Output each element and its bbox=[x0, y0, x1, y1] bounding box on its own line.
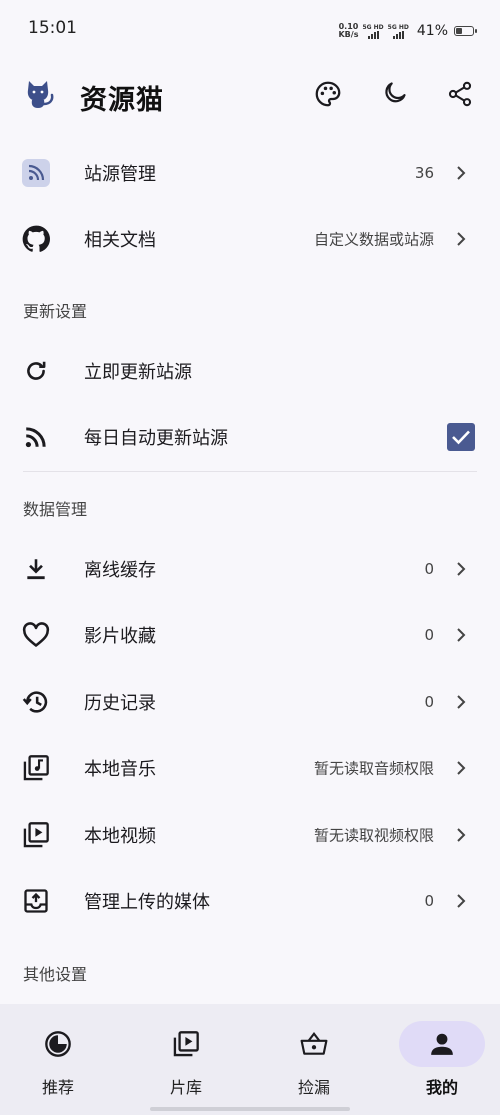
person-icon bbox=[428, 1030, 456, 1058]
uploaded-media-row[interactable]: 管理上传的媒体 0 bbox=[0, 868, 500, 934]
github-icon bbox=[22, 225, 50, 253]
uploaded-media-label: 管理上传的媒体 bbox=[84, 892, 210, 913]
nav-label: 我的 bbox=[425, 1078, 458, 1097]
nav-item-bargain[interactable]: 捡漏 bbox=[269, 1018, 359, 1098]
palette-icon bbox=[315, 81, 341, 107]
favorites-label: 影片收藏 bbox=[84, 626, 156, 647]
offline-cache-label: 离线缓存 bbox=[84, 560, 156, 581]
chevron-right-icon bbox=[454, 695, 468, 709]
bottom-navigation: 推荐 片库 捡漏 我的 bbox=[0, 1004, 500, 1115]
share-button[interactable] bbox=[444, 78, 476, 110]
update-section-header: 更新设置 bbox=[23, 302, 88, 321]
dark-mode-icon bbox=[385, 82, 406, 103]
video-library-icon bbox=[172, 1030, 200, 1058]
refresh-icon bbox=[22, 357, 50, 385]
source-manage-row[interactable]: 站源管理 36 bbox=[0, 140, 500, 206]
chevron-right-icon bbox=[454, 232, 468, 246]
chevron-right-icon bbox=[454, 628, 468, 642]
network-speed-unit: KB/s bbox=[338, 30, 359, 39]
source-count: 36 bbox=[414, 164, 434, 182]
video-library-icon bbox=[22, 821, 50, 849]
check-icon bbox=[452, 430, 470, 445]
sim1-signal: 5G HD bbox=[362, 23, 384, 39]
nav-item-mine[interactable]: 我的 bbox=[397, 1018, 487, 1098]
cat-logo-icon bbox=[22, 76, 58, 112]
chevron-right-icon bbox=[454, 828, 468, 842]
section-divider bbox=[23, 471, 477, 472]
favorites-row[interactable]: 影片收藏 0 bbox=[0, 602, 500, 668]
offline-cache-row[interactable]: 离线缓存 0 bbox=[0, 536, 500, 602]
app-title: 资源猫 bbox=[80, 85, 164, 116]
history-icon bbox=[22, 688, 50, 716]
status-time: 15:01 bbox=[28, 18, 77, 38]
history-count: 0 bbox=[424, 693, 434, 711]
status-indicators: 0.10 KB/s 5G HD 5G HD 41% bbox=[338, 20, 477, 42]
data-section-header: 数据管理 bbox=[23, 500, 88, 519]
source-manage-label: 站源管理 bbox=[84, 164, 156, 185]
docs-label: 相关文档 bbox=[84, 230, 156, 251]
history-label: 历史记录 bbox=[84, 693, 156, 714]
local-music-label: 本地音乐 bbox=[84, 759, 156, 780]
chevron-right-icon bbox=[454, 166, 468, 180]
home-indicator[interactable] bbox=[150, 1107, 350, 1111]
local-music-row[interactable]: 本地音乐 暂无读取音频权限 bbox=[0, 735, 500, 801]
docs-value: 自定义数据或站源 bbox=[313, 230, 434, 249]
status-bar: 15:01 0.10 KB/s 5G HD 5G HD 41% bbox=[0, 0, 500, 56]
music-library-icon bbox=[22, 754, 50, 782]
auto-update-row[interactable]: 每日自动更新站源 bbox=[0, 404, 500, 470]
chevron-right-icon bbox=[454, 761, 468, 775]
offline-cache-count: 0 bbox=[424, 560, 434, 578]
other-section-header: 其他设置 bbox=[23, 965, 88, 984]
app-bar: 资源猫 bbox=[0, 64, 500, 128]
nav-item-recommend[interactable]: 推荐 bbox=[13, 1018, 103, 1098]
chevron-right-icon bbox=[454, 562, 468, 576]
rss-icon bbox=[22, 423, 50, 451]
nav-label: 片库 bbox=[169, 1078, 202, 1097]
dark-mode-button[interactable] bbox=[378, 78, 410, 110]
local-video-status: 暂无读取视频权限 bbox=[313, 826, 434, 845]
nav-label: 捡漏 bbox=[297, 1078, 330, 1097]
signal-icon bbox=[392, 30, 404, 39]
local-video-row[interactable]: 本地视频 暂无读取视频权限 bbox=[0, 802, 500, 868]
local-video-label: 本地视频 bbox=[84, 826, 156, 847]
signal-indicators: 5G HD 5G HD bbox=[362, 23, 409, 39]
nav-item-library[interactable]: 片库 bbox=[141, 1018, 231, 1098]
recommend-icon bbox=[44, 1030, 72, 1058]
rss-icon bbox=[22, 159, 50, 187]
auto-update-checkbox[interactable] bbox=[447, 423, 475, 451]
local-music-status: 暂无读取音频权限 bbox=[313, 759, 434, 778]
update-now-row[interactable]: 立即更新站源 bbox=[0, 338, 500, 404]
battery-percent: 41% bbox=[416, 23, 448, 39]
favorites-count: 0 bbox=[424, 626, 434, 644]
sim2-label: 5G HD bbox=[387, 23, 409, 31]
heart-icon bbox=[22, 621, 50, 649]
chevron-right-icon bbox=[454, 894, 468, 908]
sim1-label: 5G HD bbox=[362, 23, 384, 31]
docs-row[interactable]: 相关文档 自定义数据或站源 bbox=[0, 206, 500, 272]
share-icon bbox=[448, 81, 472, 107]
nav-label: 推荐 bbox=[41, 1078, 74, 1097]
palette-button[interactable] bbox=[312, 78, 344, 110]
battery-icon bbox=[454, 26, 477, 36]
sim2-signal: 5G HD bbox=[388, 24, 409, 39]
download-icon bbox=[22, 555, 50, 583]
upload-box-icon bbox=[22, 887, 50, 915]
history-row[interactable]: 历史记录 0 bbox=[0, 669, 500, 735]
auto-update-label: 每日自动更新站源 bbox=[84, 428, 228, 449]
uploaded-media-count: 0 bbox=[424, 892, 434, 910]
network-speed: 0.10 KB/s bbox=[338, 23, 358, 39]
signal-icon bbox=[367, 30, 379, 39]
update-now-label: 立即更新站源 bbox=[84, 362, 192, 383]
basket-icon bbox=[300, 1030, 328, 1058]
